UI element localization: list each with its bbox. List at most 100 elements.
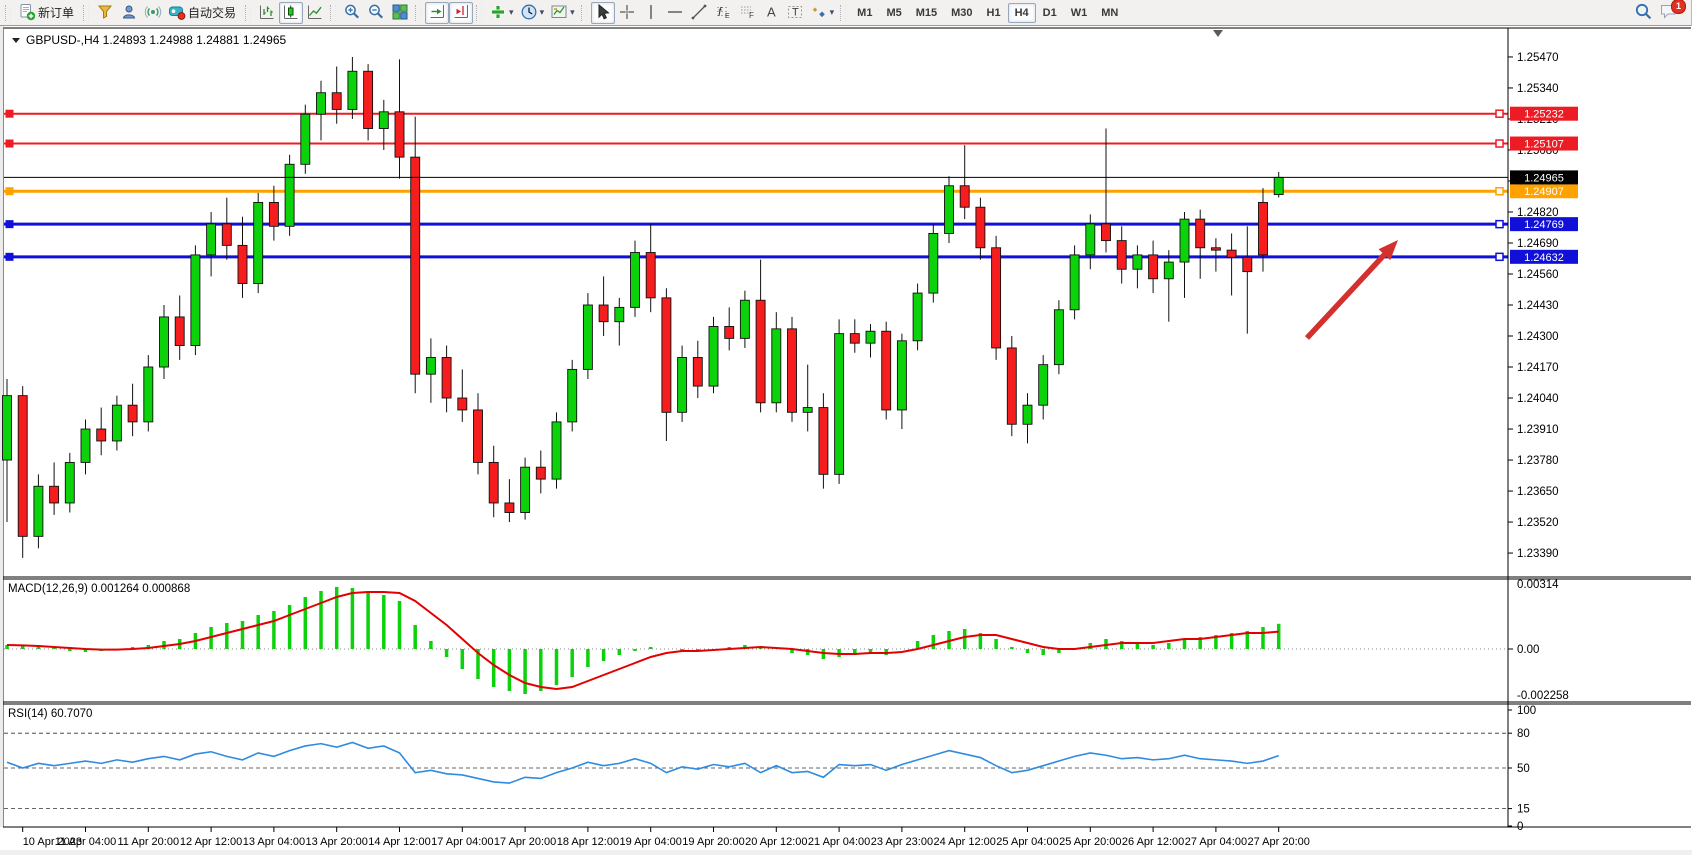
- vline-icon: [642, 3, 660, 23]
- profile-button[interactable]: [117, 2, 141, 24]
- vline-button[interactable]: [639, 2, 663, 24]
- line-chart-button[interactable]: [303, 2, 327, 24]
- svg-text:27 Apr 20:00: 27 Apr 20:00: [1248, 836, 1310, 848]
- timeframe-h1-button[interactable]: H1: [980, 3, 1008, 23]
- svg-text:21 Apr 04:00: 21 Apr 04:00: [808, 836, 870, 848]
- svg-text:1.25107: 1.25107: [1524, 139, 1564, 151]
- timeframe-w1-button[interactable]: W1: [1064, 3, 1095, 23]
- chevron-down-icon[interactable]: ▾: [540, 7, 545, 18]
- svg-text:13 Apr 20:00: 13 Apr 20:00: [306, 836, 368, 848]
- svg-text:15: 15: [1517, 804, 1530, 816]
- svg-text:80: 80: [1517, 728, 1530, 740]
- svg-text:1.24300: 1.24300: [1517, 331, 1559, 343]
- toolbar-group: [327, 1, 412, 25]
- labelT-icon: T: [786, 3, 804, 23]
- autotrading-button[interactable]: 自动交易: [165, 2, 242, 24]
- new-order-button-label: 新订单: [38, 4, 74, 21]
- tile-windows-button[interactable]: [388, 2, 412, 24]
- svg-text:1.25232: 1.25232: [1524, 109, 1564, 121]
- svg-text:1.23780: 1.23780: [1517, 455, 1559, 467]
- price-badge-1.25232: 1.25232: [1510, 107, 1578, 121]
- notification-badge: 1: [1671, 0, 1686, 14]
- toolbar-group: fE FAT ▾: [578, 1, 838, 25]
- doc-plus-icon: [18, 3, 36, 23]
- fibonacci-button[interactable]: fE: [711, 2, 735, 24]
- toolbar-group: [412, 1, 473, 25]
- hline-button[interactable]: [663, 2, 687, 24]
- chevron-down-icon[interactable]: ▾: [830, 7, 835, 18]
- bar-chart-button[interactable]: [255, 2, 279, 24]
- svg-text:12 Apr 12:00: 12 Apr 12:00: [180, 836, 242, 848]
- svg-text:1.24965: 1.24965: [1524, 172, 1564, 184]
- svg-text:13 Apr 04:00: 13 Apr 04:00: [243, 836, 305, 848]
- periods-button[interactable]: ▾: [517, 2, 548, 24]
- crosshair-icon: [618, 3, 636, 23]
- svg-text:1.24690: 1.24690: [1517, 238, 1559, 250]
- svg-text:-0.002258: -0.002258: [1517, 690, 1569, 702]
- trendline-button[interactable]: [687, 2, 711, 24]
- label-button[interactable]: T: [783, 2, 807, 24]
- signal-icon: [144, 3, 162, 23]
- macd-label: MACD(12,26,9) 0.001264 0.000868: [8, 583, 190, 595]
- arrows-button[interactable]: ▾: [807, 2, 838, 24]
- autotrading-icon: [168, 3, 186, 23]
- indicators-button[interactable]: ▾: [486, 2, 517, 24]
- timeframe-group: M1M5M15M30H1H4D1W1MN: [837, 1, 1125, 25]
- candlestick-chart-button[interactable]: [279, 2, 303, 24]
- svg-text:1.24560: 1.24560: [1517, 269, 1559, 281]
- svg-text:1.24430: 1.24430: [1517, 300, 1559, 312]
- hline-icon: [666, 3, 684, 23]
- svg-text:26 Apr 12:00: 26 Apr 12:00: [1122, 836, 1184, 848]
- svg-text:20 Apr 12:00: 20 Apr 12:00: [745, 836, 807, 848]
- candles-icon: [282, 3, 300, 23]
- timeframe-m30-button[interactable]: M30: [944, 3, 979, 23]
- svg-text:11 Apr 20:00: 11 Apr 20:00: [118, 836, 180, 848]
- zoom-in-button[interactable]: [340, 2, 364, 24]
- svg-text:1.25470: 1.25470: [1517, 52, 1559, 64]
- template-icon: [550, 3, 568, 23]
- svg-text:14 Apr 12:00: 14 Apr 12:00: [368, 836, 430, 848]
- timeframe-mn-button[interactable]: MN: [1094, 3, 1125, 23]
- svg-text:GBPUSD-,H4 1.24893 1.24988 1.: GBPUSD-,H4 1.24893 1.24988 1.24881 1.249…: [26, 33, 287, 47]
- timeframe-m15-button[interactable]: M15: [909, 3, 944, 23]
- price-badge-1.24965: 1.24965: [1510, 170, 1578, 184]
- toolbar: 新订单自动交易▾▾▾fEFAT▾M1M5M15M30H1H4D1W1MN1: [0, 0, 1691, 26]
- chart-title: GBPUSD-,H4 1.24893 1.24988 1.24881 1.249…: [12, 33, 287, 47]
- price-badge-1.24907: 1.24907: [1510, 184, 1578, 198]
- timeframe-h4-button[interactable]: H4: [1008, 3, 1036, 23]
- crosshair-button[interactable]: [615, 2, 639, 24]
- new-order-button[interactable]: 新订单: [15, 2, 80, 24]
- search-button[interactable]: [1631, 2, 1656, 24]
- notifications-button[interactable]: 1: [1656, 2, 1681, 24]
- svg-text:1.24769: 1.24769: [1524, 219, 1564, 231]
- window-bottom-edge: [0, 850, 1692, 855]
- svg-text:0: 0: [1517, 821, 1523, 833]
- svg-text:1.23390: 1.23390: [1517, 548, 1559, 560]
- channel-button[interactable]: F: [735, 2, 759, 24]
- auto-scroll-button[interactable]: [425, 2, 449, 24]
- svg-text:1.23650: 1.23650: [1517, 486, 1559, 498]
- svg-text:23 Apr 23:00: 23 Apr 23:00: [871, 836, 933, 848]
- funnel-button[interactable]: [93, 2, 117, 24]
- templates-button[interactable]: ▾: [547, 2, 578, 24]
- text-button[interactable]: A: [759, 2, 783, 24]
- chart-shift-button[interactable]: [449, 2, 473, 24]
- toolbar-group: 新订单: [2, 1, 80, 25]
- cursor-button[interactable]: [591, 2, 615, 24]
- fibo-icon: fE: [714, 3, 732, 23]
- price-chart[interactable]: 1.254701.253401.252101.250801.249501.248…: [0, 26, 1692, 855]
- toolbar-grip: [5, 5, 11, 21]
- timeframe-d1-button[interactable]: D1: [1036, 3, 1064, 23]
- signals-button[interactable]: [141, 2, 165, 24]
- toolbar-grip: [476, 5, 482, 21]
- svg-text:F: F: [749, 11, 754, 20]
- chevron-down-icon[interactable]: ▾: [570, 7, 575, 18]
- toolbar-group: ▾ ▾ ▾: [473, 1, 578, 25]
- price-badge-1.24632: 1.24632: [1510, 250, 1578, 264]
- timeframe-m5-button[interactable]: M5: [879, 3, 908, 23]
- chevron-down-icon[interactable]: ▾: [509, 7, 514, 18]
- chart-window: 1.254701.253401.252101.250801.249501.248…: [0, 26, 1692, 855]
- zoom-out-button[interactable]: [364, 2, 388, 24]
- svg-text:27 Apr 04:00: 27 Apr 04:00: [1185, 836, 1247, 848]
- timeframe-m1-button[interactable]: M1: [850, 3, 879, 23]
